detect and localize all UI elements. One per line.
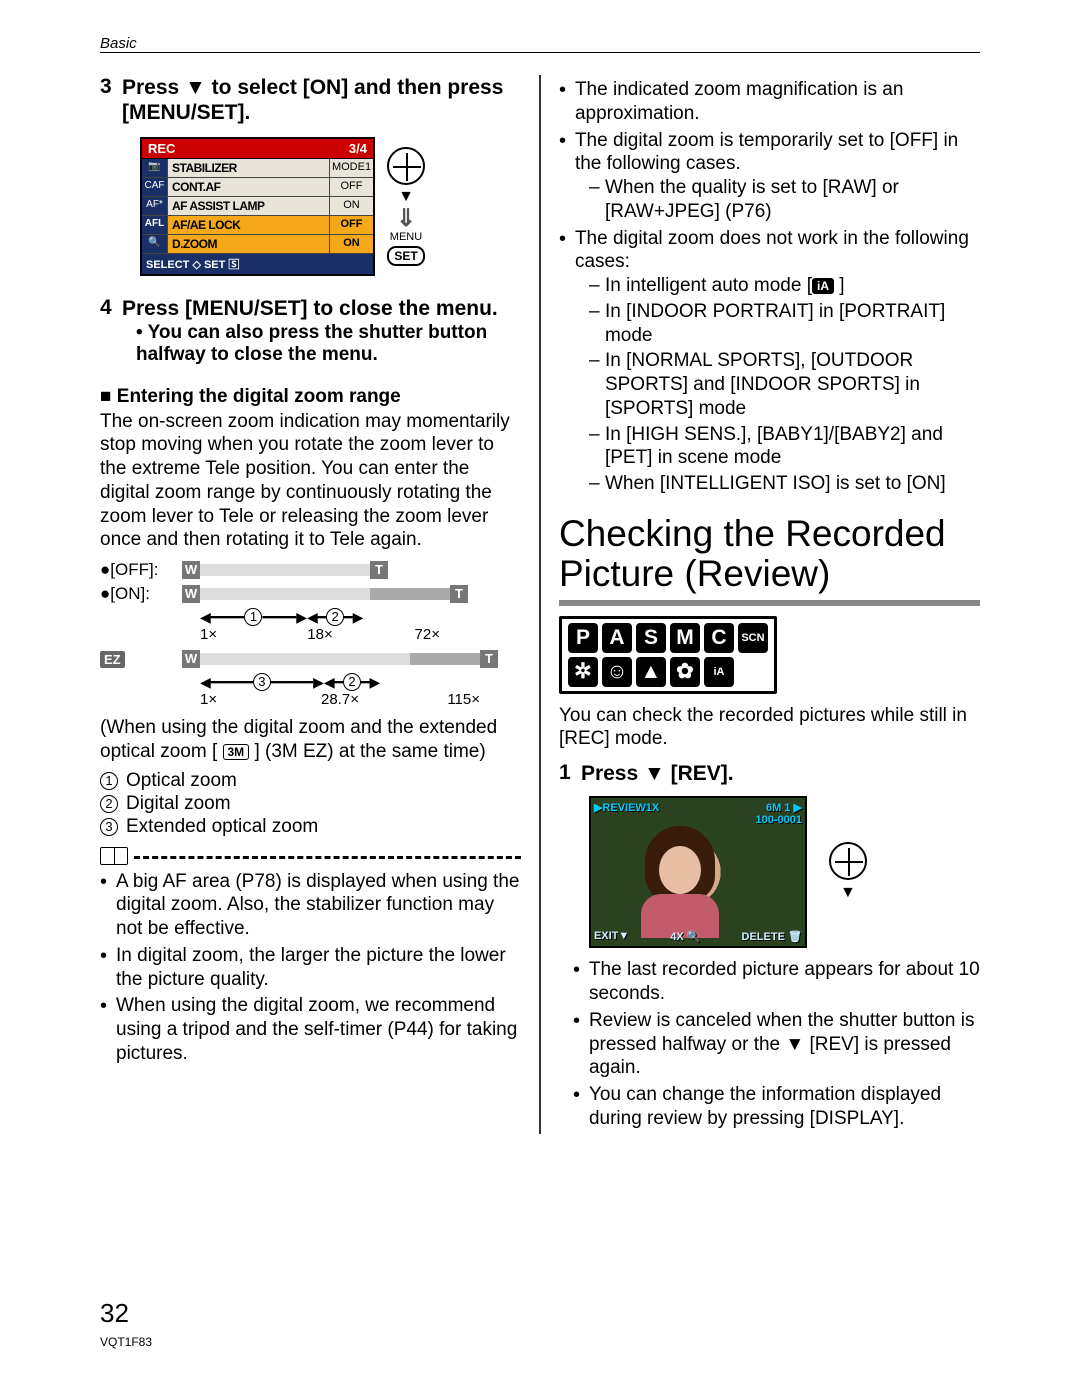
overlay-size: 6M 1 ▶: [766, 802, 802, 814]
list-item: In [HIGH SENS.], [BABY1]/[BABY2] and [PE…: [589, 423, 980, 471]
lcd-row: 📷STABILIZERMODE1: [142, 159, 373, 178]
title-rule: [559, 600, 980, 606]
list-item: The digital zoom does not work in the fo…: [559, 227, 980, 496]
lcd-row: AF*AF ASSIST LAMPON: [142, 197, 373, 216]
list-item: The last recorded picture appears for ab…: [573, 958, 980, 1006]
3m-icon: 3M: [223, 744, 250, 760]
step-sub-note: You can also press the shutter button ha…: [136, 322, 521, 366]
right-column: The indicated zoom magnification is an a…: [559, 75, 980, 1134]
lcd-page: 3/4: [349, 141, 367, 156]
list-item: In intelligent auto mode [iA ]: [589, 274, 980, 298]
down-arrow-large-icon: ⇓: [396, 209, 416, 228]
overlay-4x: 4X 🔍: [670, 930, 700, 943]
note-book-icon: [100, 847, 128, 865]
review-figure: ▶REVIEW1X 6M 1 ▶ 100-0001 EXIT▼ 4X 🔍 DEL…: [589, 796, 980, 948]
list-item: A big AF area (P78) is displayed when us…: [100, 870, 521, 941]
dpad-figure: ▼ ⇓ MENU SET: [387, 147, 425, 266]
step-number: 4: [100, 296, 114, 365]
review-lcd: ▶REVIEW1X 6M 1 ▶ 100-0001 EXIT▼ 4X 🔍 DEL…: [589, 796, 807, 948]
lcd-row: 🔍D.ZOOMON: [142, 235, 373, 254]
notes-list: A big AF area (P78) is displayed when us…: [100, 870, 521, 1066]
legend-extended: Extended optical zoom: [126, 816, 318, 838]
list-item: In [NORMAL SPORTS], [OUTDOOR SPORTS] and…: [589, 349, 980, 420]
menu-label: MENU: [390, 231, 422, 243]
ia-mode-icon: iA: [812, 278, 834, 294]
step-3: 3 Press ▼ to select [ON] and then press …: [100, 75, 521, 125]
list-item: Review is canceled when the shutter butt…: [573, 1009, 980, 1080]
step-title: Press [MENU/SET] to close the menu.: [122, 296, 521, 321]
list-item: The indicated zoom magnification is an a…: [559, 78, 980, 126]
review-notes: The last recorded picture appears for ab…: [573, 958, 980, 1130]
left-column: 3 Press ▼ to select [ON] and then press …: [100, 75, 521, 1134]
set-button-icon: SET: [387, 246, 424, 266]
on-label: [ON]:: [110, 584, 150, 603]
off-label: [OFF]:: [110, 560, 158, 579]
right-top-list: The indicated zoom magnification is an a…: [559, 78, 980, 496]
list-item: In digital zoom, the larger the picture …: [100, 944, 521, 992]
zoom-1x: 1×: [200, 626, 260, 643]
subsection-header: Entering the digital zoom range: [100, 386, 521, 408]
document-code: VQT1F83: [100, 1335, 152, 1349]
page-number: 32: [100, 1298, 129, 1329]
body-paragraph: The on-screen zoom indication may moment…: [100, 410, 521, 553]
step-4: 4 Press [MENU/SET] to close the menu. Yo…: [100, 296, 521, 365]
mode-dial-icons: PAS MCSCN ✲☺▲ ✿iA: [559, 616, 777, 694]
section-header: Basic: [100, 35, 980, 53]
zoom-28x: 28.7×: [270, 691, 410, 708]
zoom-1x-b: 1×: [200, 691, 270, 708]
legend-optical: Optical zoom: [126, 770, 237, 792]
overlay-exit: EXIT▼: [594, 930, 629, 943]
overlay-delete: DELETE 🗑: [742, 930, 802, 943]
zoom-72x: 72×: [380, 626, 440, 643]
lcd-footer: SELECT ◇ SET 🅂: [142, 254, 373, 274]
overlay-file: 100-0001: [755, 814, 802, 826]
dpad-icon: [387, 147, 425, 185]
camera-menu-figure: REC 3/4 📷STABILIZERMODE1CAFCONT.AFOFFAF*…: [140, 137, 521, 276]
lcd-row: CAFCONT.AFOFF: [142, 178, 373, 197]
step-title: Press ▼ to select [ON] and then press [M…: [122, 75, 521, 125]
lcd-row: AFLAF/AE LOCKOFF: [142, 216, 373, 235]
list-item: You can change the information displayed…: [573, 1083, 980, 1131]
list-item: When the quality is set to [RAW] or [RAW…: [589, 176, 980, 224]
list-item: The digital zoom is temporarily set to […: [559, 129, 980, 224]
person-photo-icon: [635, 822, 725, 934]
zoom-18x: 18×: [260, 626, 380, 643]
list-item: When using the digital zoom, we recommen…: [100, 994, 521, 1065]
list-item: In [INDOOR PORTRAIT] in [PORTRAIT] mode: [589, 300, 980, 348]
lcd-mode: REC: [148, 141, 175, 156]
dpad-figure: ▼: [829, 842, 867, 902]
step-number: 1: [559, 761, 573, 786]
zoom-paren-note: (When using the digital zoom and the ext…: [100, 716, 521, 764]
zoom-115x: 115×: [410, 691, 480, 708]
column-divider: [539, 75, 541, 1134]
step-number: 3: [100, 75, 114, 125]
legend-digital: Digital zoom: [126, 793, 231, 815]
review-intro: You can check the recorded pictures whil…: [559, 704, 980, 752]
section-title: Checking the Recorded Picture (Review): [559, 514, 980, 594]
list-item: When [INTELLIGENT ISO] is set to [ON]: [589, 472, 980, 496]
ez-badge: EZ: [100, 651, 125, 668]
dpad-icon: [829, 842, 867, 880]
zoom-legend: 1Optical zoom 2Digital zoom 3Extended op…: [100, 770, 521, 838]
down-arrow-icon: ▼: [398, 188, 414, 206]
step-title: Press ▼ [REV].: [581, 761, 980, 786]
camera-lcd: REC 3/4 📷STABILIZERMODE1CAFCONT.AFOFFAF*…: [140, 137, 375, 276]
review-step-1: 1 Press ▼ [REV].: [559, 761, 980, 786]
down-arrow-icon: ▼: [840, 884, 856, 902]
zoom-range-diagram: ●[OFF]: WT ●[ON]: WT ◀━━━━1━━━━▶◀━2━▶ 1×…: [100, 560, 521, 708]
